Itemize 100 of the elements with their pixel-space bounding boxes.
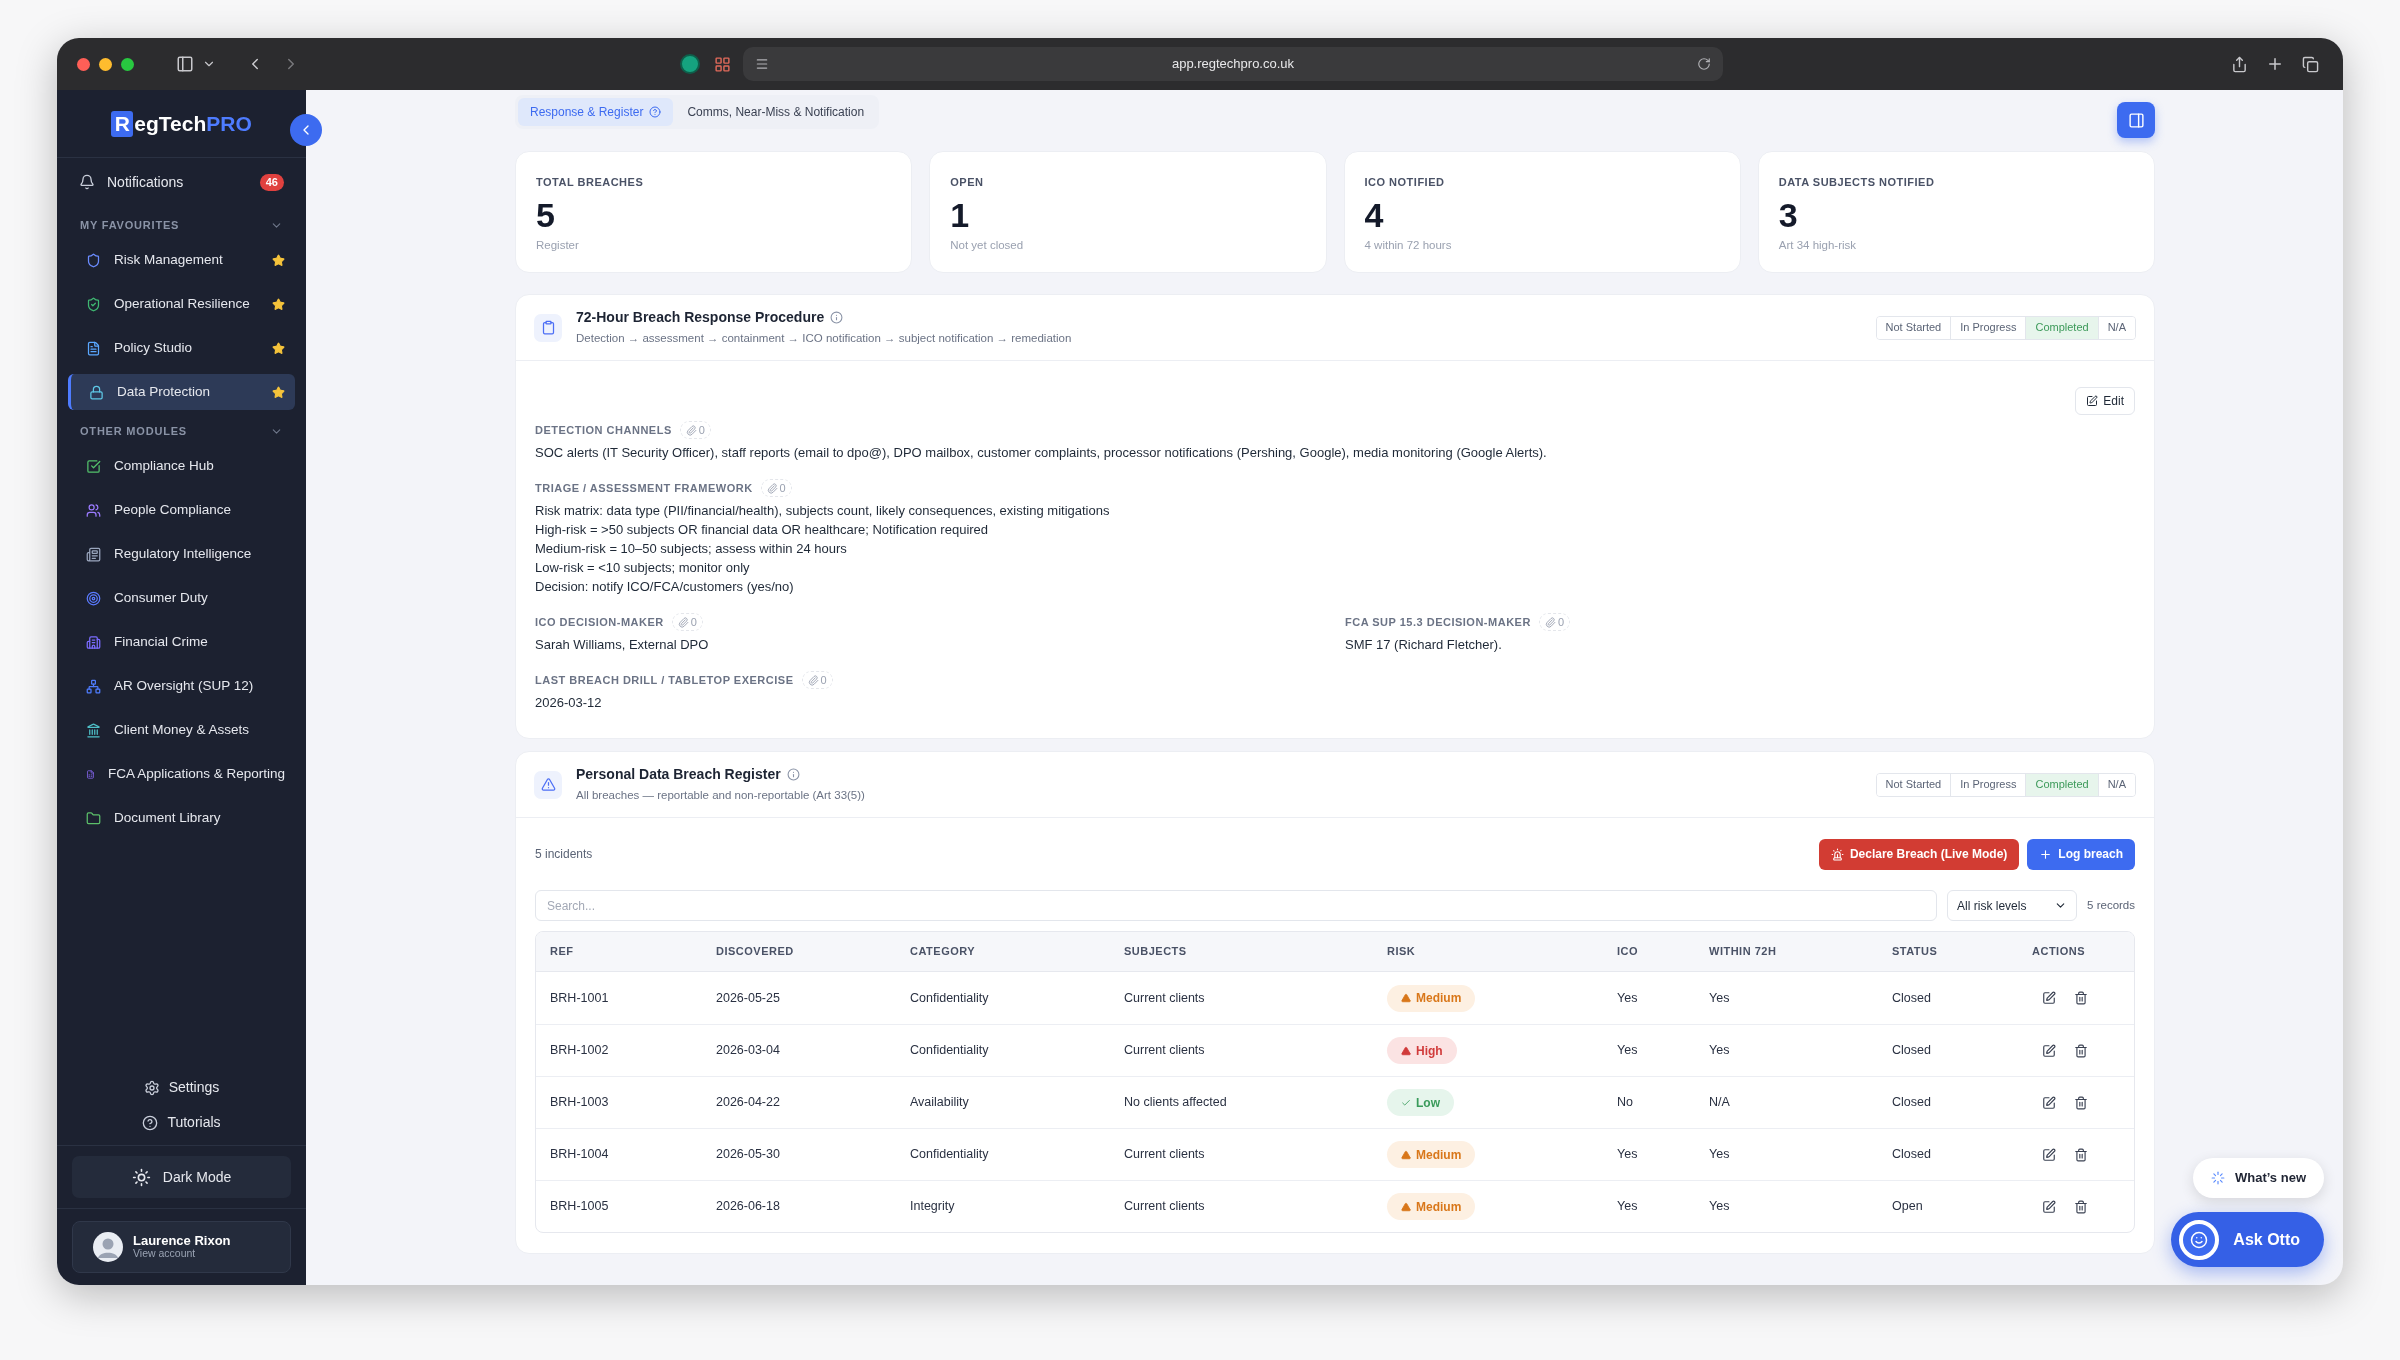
ask-otto-button[interactable]: Ask Otto <box>2171 1212 2324 1267</box>
risk-badge: High <box>1387 1037 1457 1064</box>
table-cell-text: 2026-06-18 <box>716 1198 781 1216</box>
field-label: DETECTION CHANNELS <box>535 422 672 438</box>
bell-icon[interactable] <box>79 174 95 190</box>
sidebar-item[interactable]: Risk Management <box>68 242 295 278</box>
panel-title: 72-Hour Breach Response Procedure <box>576 308 825 328</box>
reload-icon[interactable] <box>1697 57 1711 71</box>
collapse-sidebar-button[interactable] <box>290 114 322 146</box>
account-card[interactable]: Laurence Rixon View account <box>72 1221 291 1273</box>
sidebar-item[interactable]: Client Money & Assets <box>68 712 295 748</box>
risk-filter-dropdown[interactable]: All risk levels <box>1947 890 2078 921</box>
edit-button[interactable]: Edit <box>2075 387 2135 415</box>
edit-icon[interactable] <box>2042 991 2056 1005</box>
share-icon[interactable] <box>2231 55 2248 73</box>
edit-icon[interactable] <box>2042 1199 2056 1214</box>
info-icon[interactable] <box>786 768 800 782</box>
field-value: Sarah Williams, External DPO <box>535 636 710 654</box>
tutorials-link[interactable]: Tutorials <box>142 1112 221 1133</box>
paperclip-icon <box>766 482 778 494</box>
field-label: ICO DECISION-MAKER <box>535 614 664 630</box>
tab[interactable]: Comms, Near-Miss & Notification <box>675 98 877 126</box>
edit-icon[interactable] <box>2042 1043 2056 1058</box>
app-logo[interactable]: R egTechPRO <box>111 107 252 140</box>
table-cell-text: 2026-04-22 <box>716 1094 781 1112</box>
sidebar-item[interactable]: People Compliance <box>68 492 295 528</box>
panel-toggle-button[interactable] <box>2117 102 2155 138</box>
view-account-link[interactable]: View account <box>133 1247 231 1260</box>
close-window-button[interactable] <box>77 57 90 71</box>
table-cell-text: Yes <box>1709 989 1731 1007</box>
delete-icon[interactable] <box>2074 1095 2088 1110</box>
panel-subtitle: All breaches — reportable and non-reportable (Art 33(5)) <box>576 788 865 804</box>
dark-mode-button[interactable]: Dark Mode <box>72 1156 291 1198</box>
star-icon[interactable] <box>272 253 285 267</box>
sidebar-item[interactable]: Policy Studio <box>68 330 295 366</box>
minimize-window-button[interactable] <box>99 57 112 71</box>
whats-new-button[interactable]: What’s new <box>2192 1158 2324 1198</box>
apps-grid-icon[interactable] <box>714 55 731 73</box>
edit-icon[interactable] <box>2042 1147 2056 1162</box>
table-cell-text: Availability <box>910 1094 970 1112</box>
tabs-overview-icon[interactable] <box>2302 55 2319 73</box>
sidebar-item[interactable]: Data Protection <box>68 374 295 410</box>
table-cell-text: Yes <box>1617 1198 1639 1216</box>
star-icon[interactable] <box>272 385 285 399</box>
side-panel-icon <box>2127 111 2145 129</box>
column-header: RISK <box>1387 944 1417 960</box>
sidebar-item[interactable]: Document Library <box>68 800 295 836</box>
edit-icon[interactable] <box>2042 1095 2056 1110</box>
grammar-extension-icon[interactable] <box>680 54 700 74</box>
column-header: ICO <box>1617 944 1640 960</box>
sidebar-item[interactable]: Consumer Duty <box>68 580 295 616</box>
incident-count: 5 incidents <box>535 846 593 863</box>
new-tab-icon[interactable] <box>2266 55 2284 73</box>
target-icon <box>86 590 101 606</box>
panel-subtitle: Detection → assessment → containment → ICO notification → subject notification → remediation <box>576 331 1072 347</box>
sidebar-item[interactable]: Regulatory Intelligence <box>68 536 295 572</box>
stat-value: 3 <box>1778 194 1799 235</box>
lock-icon <box>89 384 104 400</box>
settings-link[interactable]: Settings <box>143 1077 220 1098</box>
status-option[interactable]: N/A <box>2097 316 2135 339</box>
table-cell-text: Yes <box>1617 1146 1639 1164</box>
risk-badge: Medium <box>1387 1193 1476 1220</box>
table-cell-text: Current clients <box>1124 989 1206 1007</box>
status-option[interactable]: N/A <box>2097 773 2135 796</box>
address-bar[interactable]: app.regtechpro.co.uk <box>743 47 1723 81</box>
sidebar-item[interactable]: Compliance Hub <box>68 448 295 484</box>
field-value: SMF 17 (Richard Fletcher). <box>1345 636 1503 654</box>
smiley-icon <box>2179 1219 2220 1260</box>
table-cell-text: Integrity <box>910 1198 956 1216</box>
log-breach-button[interactable]: Log breach <box>2027 838 2135 870</box>
notifications-link[interactable]: Notifications <box>107 171 260 193</box>
star-icon[interactable] <box>272 297 285 311</box>
column-header: SUBJECTS <box>1124 944 1188 960</box>
table-cell-text: No <box>1617 1094 1634 1112</box>
search-field[interactable]: Search... <box>535 890 1938 921</box>
table-cell-text: BRH-1001 <box>550 989 610 1007</box>
record-count: 5 records <box>2087 897 2135 913</box>
avatar <box>93 1232 123 1262</box>
table-cell-text: 2026-05-30 <box>716 1146 781 1164</box>
sidebar-item[interactable]: AR Oversight (SUP 12) <box>68 668 295 704</box>
info-icon[interactable] <box>830 311 844 325</box>
shield-icon <box>86 252 101 268</box>
delete-icon[interactable] <box>2074 991 2088 1005</box>
sidebar-toggle-icon[interactable] <box>176 55 194 73</box>
delete-icon[interactable] <box>2074 1043 2088 1058</box>
url-text[interactable]: app.regtechpro.co.uk <box>769 54 1697 74</box>
sidebar-item[interactable]: Operational Resilience <box>68 286 295 322</box>
stat-label: DATA SUBJECTS NOTIFIED <box>1778 175 1936 190</box>
help-icon <box>142 1114 159 1131</box>
delete-icon[interactable] <box>2074 1147 2088 1162</box>
delete-icon[interactable] <box>2074 1199 2088 1214</box>
declare-breach-button[interactable]: Declare Breach (Live Mode) <box>1818 838 2020 870</box>
sidebar-item[interactable]: FCA Applications & Reporting <box>68 756 295 792</box>
maximize-window-button[interactable] <box>121 57 134 71</box>
table-cell-text: BRH-1005 <box>550 1198 610 1216</box>
sidebar-item[interactable]: Financial Crime <box>68 624 295 660</box>
star-icon[interactable] <box>272 341 285 355</box>
stat-value: 1 <box>950 194 971 235</box>
risk-badge: Medium <box>1387 1141 1476 1168</box>
tab[interactable]: Response & Register <box>518 98 674 126</box>
